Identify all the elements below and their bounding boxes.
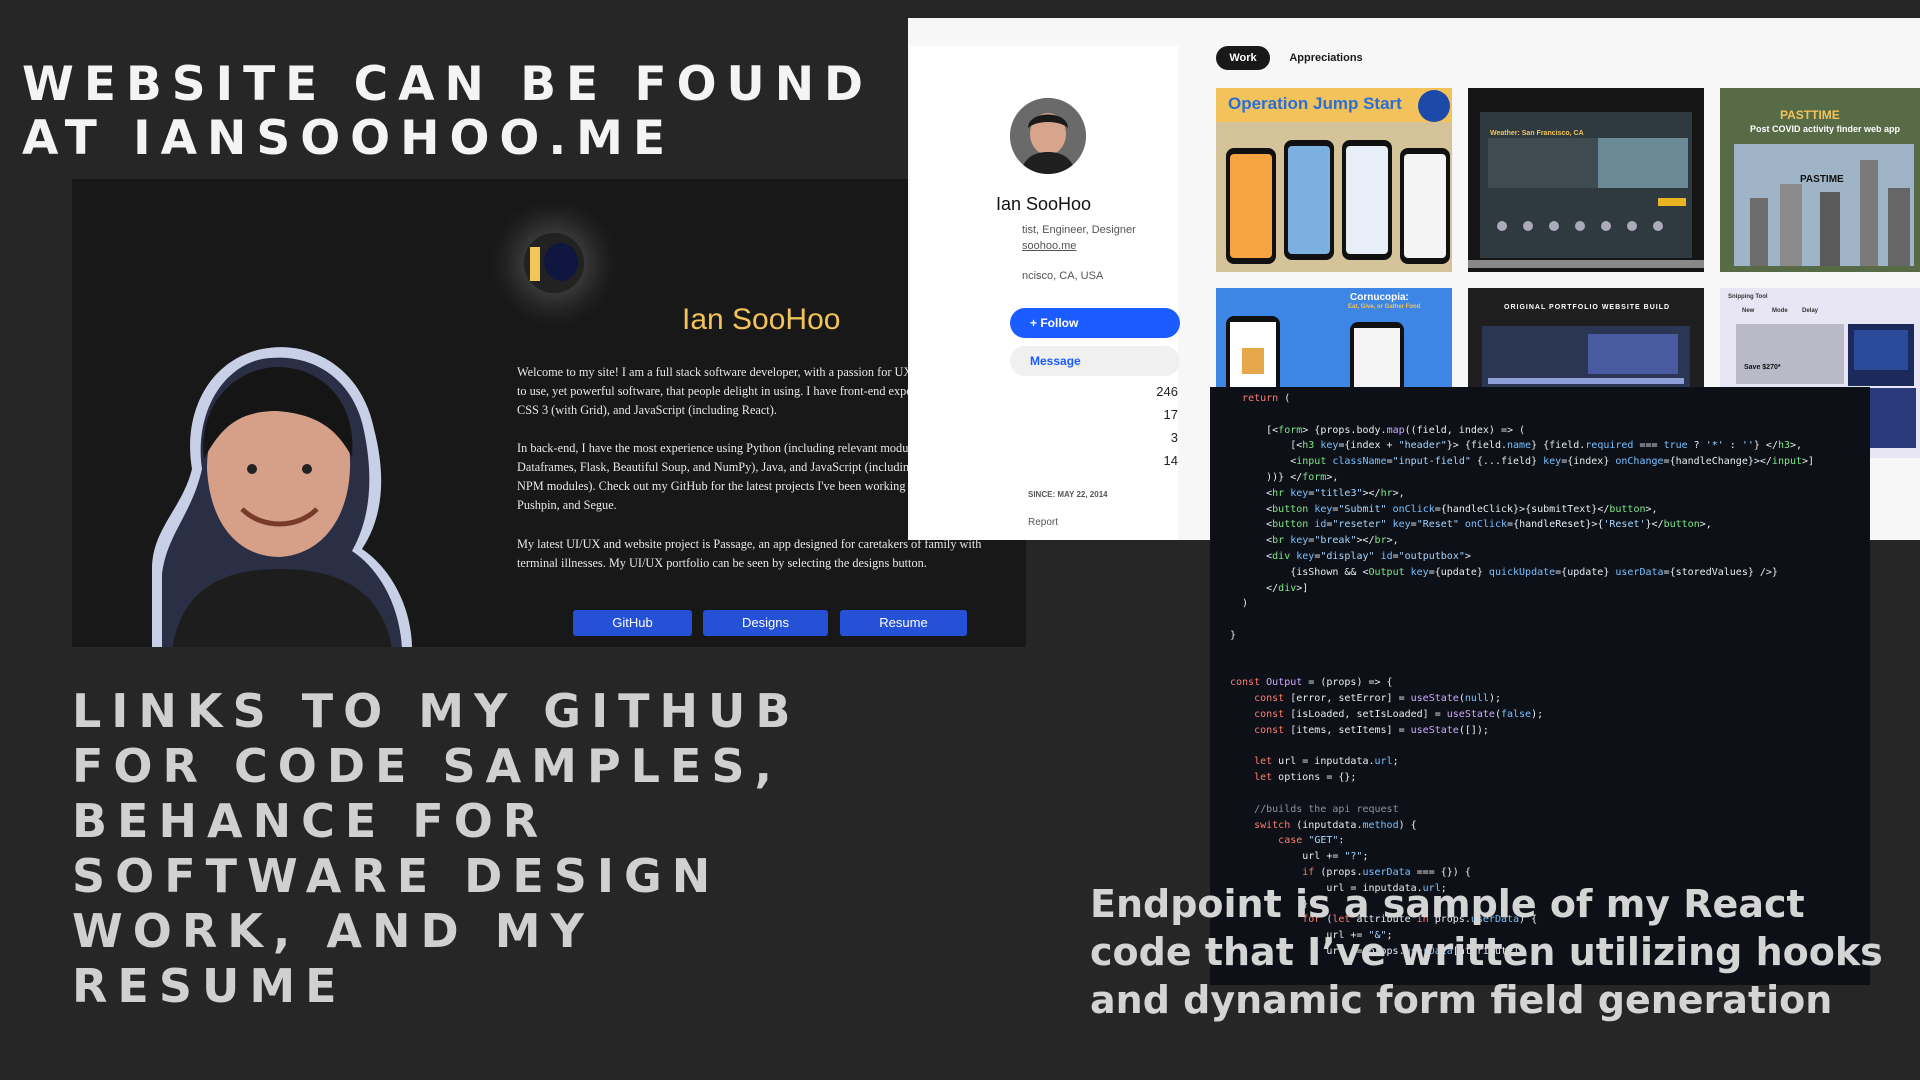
card-title: Weather: San Francisco, CA bbox=[1490, 130, 1584, 137]
react-code: return ( [<form> {props.body.map((field,… bbox=[1230, 393, 1815, 957]
follow-button[interactable]: + Follow bbox=[1010, 308, 1180, 338]
code-caption: Endpoint is a sample of my React code th… bbox=[1090, 882, 1883, 1022]
latest-project-paragraph: My latest UI/UX and website project is P… bbox=[517, 537, 982, 570]
designs-button[interactable]: Designs bbox=[703, 610, 828, 636]
project-card-pasttime[interactable]: PASTTIME Post COVID activity finder web … bbox=[1720, 88, 1920, 272]
project-card-jump-start[interactable]: Operation Jump Start bbox=[1216, 88, 1452, 272]
project-card-weather[interactable]: Weather: San Francisco, CA bbox=[1468, 88, 1704, 272]
card-art bbox=[1468, 112, 1704, 268]
card-label: PASTIME bbox=[1800, 174, 1844, 185]
profile-panel: Ian SooHoo tist, Engineer, Designer sooh… bbox=[910, 46, 1180, 540]
follow-label: Follow bbox=[1040, 316, 1079, 330]
project-card-cornucopia[interactable]: Cornucopia: Eat, Give, or Gather Food bbox=[1216, 288, 1452, 398]
stat-followers: 3 bbox=[1170, 430, 1178, 445]
profile-role: tist, Engineer, Designer bbox=[1022, 224, 1136, 236]
profile-url[interactable]: soohoo.me bbox=[1022, 240, 1076, 252]
tab-work[interactable]: Work bbox=[1216, 46, 1270, 70]
stat-following: 14 bbox=[1163, 453, 1178, 468]
card-label: Save $270* bbox=[1744, 364, 1781, 371]
headline-website: Website can be found at iansoohoo.me bbox=[22, 57, 874, 166]
report-link[interactable]: Report bbox=[1028, 517, 1058, 528]
card-art bbox=[1226, 316, 1404, 398]
headline-links: Links to my GitHub for code samples, Beh… bbox=[72, 684, 801, 1013]
github-button[interactable]: GitHub bbox=[573, 610, 692, 636]
card-art bbox=[1216, 90, 1452, 272]
profile-location: ncisco, CA, USA bbox=[1022, 270, 1104, 282]
site-name: Ian SooHoo bbox=[682, 303, 841, 336]
tab-appreciations[interactable]: Appreciations bbox=[1278, 46, 1374, 70]
message-button[interactable]: Message bbox=[1010, 346, 1180, 376]
profile-name: Ian SooHoo bbox=[996, 194, 1092, 214]
member-since: SINCE: MAY 22, 2014 bbox=[1028, 490, 1108, 499]
resume-button[interactable]: Resume bbox=[840, 610, 967, 636]
stat-appreciations: 17 bbox=[1163, 407, 1178, 422]
plus-icon: + bbox=[1030, 316, 1041, 330]
stat-views: 246 bbox=[1156, 384, 1178, 399]
card-art bbox=[1482, 326, 1690, 396]
website-screenshot: Ian SooHoo Welcome to my site! I am a fu… bbox=[72, 179, 1026, 647]
project-card-portfolio[interactable]: ORIGINAL PORTFOLIO WEBSITE BUILD bbox=[1468, 288, 1704, 398]
profile-photo bbox=[152, 347, 412, 647]
avatar bbox=[1010, 98, 1086, 174]
site-logo bbox=[524, 233, 584, 293]
